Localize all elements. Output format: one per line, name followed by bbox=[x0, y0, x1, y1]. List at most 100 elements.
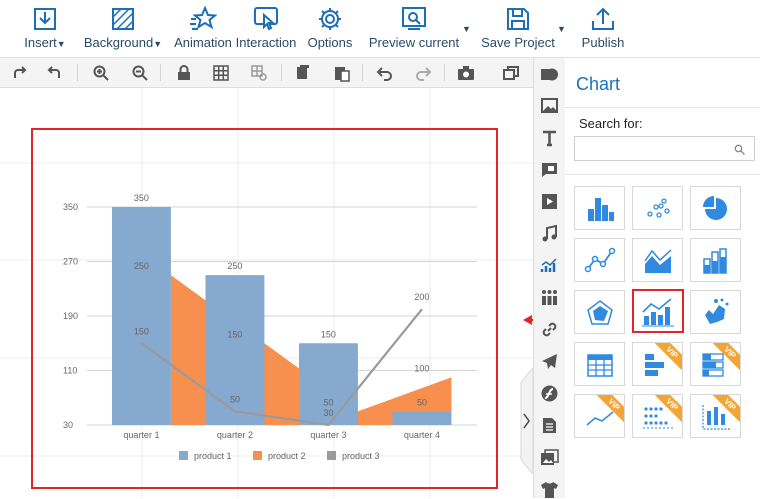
document-icon[interactable] bbox=[540, 416, 559, 435]
line-chart-tile[interactable] bbox=[574, 238, 625, 282]
camera-icon[interactable] bbox=[457, 64, 475, 82]
search-icon[interactable] bbox=[734, 144, 745, 155]
red-arrow-icon bbox=[523, 315, 533, 325]
undo-icon[interactable] bbox=[376, 64, 394, 82]
search-input[interactable] bbox=[574, 136, 755, 161]
search-label: Search for: bbox=[579, 116, 643, 131]
combo-chart-icon bbox=[642, 298, 674, 327]
chevron-down-icon: ▼ bbox=[153, 39, 163, 49]
stacked-bar-vip-tile[interactable]: VIP bbox=[690, 342, 741, 386]
copy-icon[interactable] bbox=[294, 64, 312, 82]
hand-pointer-icon bbox=[254, 7, 278, 31]
background-button[interactable]: Background▼ bbox=[82, 0, 164, 57]
scatter-chart-icon bbox=[647, 198, 670, 218]
box-plot-vip-tile[interactable]: VIP bbox=[690, 394, 741, 438]
panel-collapse-handle[interactable] bbox=[514, 368, 533, 474]
line-data-label: 30 bbox=[323, 408, 333, 418]
legend-swatch bbox=[327, 451, 336, 460]
publish-button[interactable]: Publish bbox=[576, 0, 630, 57]
element-category-strip bbox=[533, 58, 566, 498]
paste-icon[interactable] bbox=[333, 64, 351, 82]
stacked-column-tile[interactable] bbox=[690, 238, 741, 282]
area-chart-tile[interactable] bbox=[632, 238, 683, 282]
shapes-icon[interactable] bbox=[540, 65, 559, 84]
dot-plot-vip-tile[interactable]: VIP bbox=[632, 394, 683, 438]
redo-icon[interactable] bbox=[414, 64, 432, 82]
options-button[interactable]: Options bbox=[304, 0, 356, 57]
lock-icon[interactable] bbox=[175, 64, 193, 82]
interaction-button[interactable]: Interaction bbox=[234, 0, 298, 57]
toolbar-divider bbox=[444, 64, 445, 81]
y-tick-label: 110 bbox=[63, 366, 77, 376]
flash-icon[interactable] bbox=[540, 384, 559, 403]
restore-window-icon[interactable] bbox=[502, 64, 520, 82]
grid-settings-icon[interactable] bbox=[250, 64, 268, 82]
divider bbox=[565, 174, 760, 175]
selected-chart[interactable]: 30 110 190 270 350 350 250 150 50 250 150 50 100 150 5… bbox=[31, 128, 498, 489]
callout-icon[interactable] bbox=[540, 160, 559, 179]
preview-icon bbox=[402, 7, 426, 30]
tshirt-icon[interactable] bbox=[540, 480, 559, 499]
toolbar-divider bbox=[362, 64, 363, 81]
bar-data-label: 350 bbox=[134, 193, 149, 203]
column-chart-tile[interactable] bbox=[574, 186, 625, 230]
gallery-icon[interactable] bbox=[540, 448, 559, 467]
link-icon[interactable] bbox=[540, 320, 559, 339]
insert-label: Insert bbox=[24, 35, 57, 50]
area-data-label: 250 bbox=[134, 261, 149, 271]
area-data-label: 50 bbox=[323, 397, 333, 407]
zoom-out-icon[interactable] bbox=[131, 64, 149, 82]
image-icon[interactable] bbox=[540, 96, 559, 115]
line-data-label: 200 bbox=[414, 292, 429, 302]
toolbar-divider bbox=[160, 64, 161, 81]
gear-icon bbox=[319, 8, 341, 30]
text-icon[interactable] bbox=[540, 128, 559, 147]
chevron-down-icon: ▼ bbox=[56, 39, 66, 49]
panel-title: Chart bbox=[576, 74, 621, 94]
line-data-label: 150 bbox=[134, 326, 149, 336]
radar-chart-icon bbox=[587, 300, 613, 325]
animation-button[interactable]: Animation bbox=[172, 0, 234, 57]
preview-dropdown-icon[interactable]: ▼ bbox=[462, 24, 472, 34]
save-dropdown-icon[interactable]: ▼ bbox=[557, 24, 567, 34]
column-chart-icon bbox=[588, 198, 614, 221]
preview-current-button[interactable]: Preview current bbox=[366, 0, 462, 57]
legend-label: product 3 bbox=[342, 451, 380, 461]
pie-chart-tile[interactable] bbox=[690, 186, 741, 230]
music-icon[interactable] bbox=[540, 224, 559, 243]
video-icon[interactable] bbox=[540, 192, 559, 211]
line-chart-icon bbox=[584, 247, 616, 273]
insert-icon bbox=[34, 8, 56, 30]
insert-button[interactable]: Insert▼ bbox=[18, 0, 72, 57]
people-icon[interactable] bbox=[540, 288, 559, 307]
radar-chart-tile[interactable] bbox=[574, 290, 625, 334]
publish-label: Publish bbox=[581, 35, 625, 50]
toolbar-divider bbox=[77, 64, 78, 81]
line-data-label: 50 bbox=[230, 394, 240, 404]
line-vip-tile[interactable]: VIP bbox=[574, 394, 625, 438]
legend-swatch bbox=[179, 451, 188, 460]
redo-rotate-icon[interactable] bbox=[11, 64, 29, 82]
table-chart-tile[interactable] bbox=[574, 342, 625, 386]
x-tick-label: quarter 2 bbox=[217, 430, 253, 440]
publish-upload-icon bbox=[592, 7, 614, 30]
bar-data-label: 150 bbox=[321, 329, 336, 339]
bubble-map-icon bbox=[705, 298, 729, 324]
bubble-map-tile[interactable] bbox=[690, 290, 741, 334]
slide-canvas[interactable]: 30 110 190 270 350 350 250 150 50 250 150 50 100 150 5… bbox=[0, 88, 533, 498]
bar bbox=[112, 207, 171, 425]
chart-category-icon[interactable] bbox=[540, 256, 559, 275]
area-data-label: 100 bbox=[414, 363, 429, 373]
y-tick-label: 30 bbox=[63, 420, 73, 430]
save-project-button[interactable]: Save Project bbox=[478, 0, 558, 57]
airplane-icon[interactable] bbox=[540, 352, 559, 371]
chart-panel: Chart Search for: VIP VIP VIP VIP VIP bbox=[565, 58, 760, 498]
combo-chart-tile[interactable] bbox=[632, 289, 684, 333]
grid-icon[interactable] bbox=[212, 64, 230, 82]
horizontal-bar-vip-tile[interactable]: VIP bbox=[632, 342, 683, 386]
zoom-in-icon[interactable] bbox=[92, 64, 110, 82]
scatter-chart-tile[interactable] bbox=[632, 186, 683, 230]
undo-rotate-icon[interactable] bbox=[45, 64, 63, 82]
main-toolbar: Insert▼ Background▼ Animation Interactio… bbox=[0, 0, 760, 58]
legend-label: product 1 bbox=[194, 451, 232, 461]
